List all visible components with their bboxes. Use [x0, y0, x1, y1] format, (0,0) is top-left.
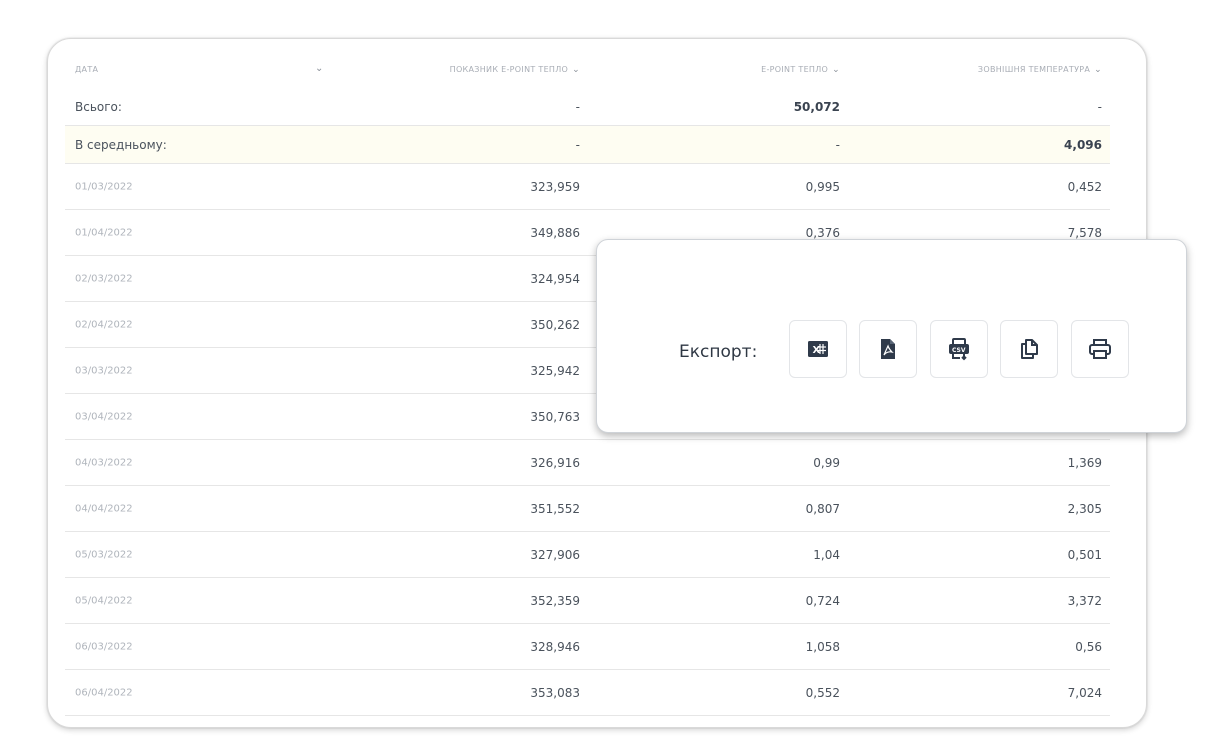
row-v3: 2,305 — [1067, 501, 1102, 516]
average-v3: 4,096 — [1064, 137, 1102, 152]
row-v2: 0,99 — [813, 455, 840, 470]
average-v2: - — [835, 137, 840, 152]
row-date: 05/04/2022 — [75, 595, 133, 606]
row-date: 01/03/2022 — [75, 181, 133, 192]
row-v1: 350,763 — [530, 409, 580, 424]
row-date: 01/04/2022 — [75, 227, 133, 238]
header-date[interactable]: ДАТА — [75, 65, 98, 74]
table-row: 05/03/2022 327,906 1,04 0,501 — [65, 532, 1110, 578]
table-row: 04/03/2022 326,916 0,99 1,369 — [65, 440, 1110, 486]
export-label: Експорт: — [679, 342, 758, 362]
row-v2: 0,724 — [805, 593, 840, 608]
export-csv-button[interactable]: CSV — [930, 320, 988, 378]
print-button[interactable] — [1071, 320, 1129, 378]
total-v2: 50,072 — [793, 99, 840, 114]
average-v1: - — [575, 137, 580, 152]
row-v3: 0,501 — [1067, 547, 1102, 562]
excel-icon: X — [808, 341, 828, 357]
table-row: 06/03/2022 328,946 1,058 0,56 — [65, 624, 1110, 670]
row-v1: 328,946 — [530, 639, 580, 654]
copy-icon — [1021, 339, 1038, 359]
header-epoint-heat[interactable]: E-POINT ТЕПЛО ⌄ — [761, 65, 840, 75]
row-date: 02/04/2022 — [75, 319, 133, 330]
row-v3: 0,452 — [1067, 179, 1102, 194]
row-v3: 3,372 — [1067, 593, 1102, 608]
table-row: 06/04/2022 353,083 0,552 7,024 — [65, 670, 1110, 716]
row-v1: 327,906 — [530, 547, 580, 562]
row-date: 03/04/2022 — [75, 411, 133, 422]
row-v1: 323,959 — [530, 179, 580, 194]
row-v1: 350,262 — [530, 317, 580, 332]
header-epoint-indicator[interactable]: ПОКАЗНИК E-POINT ТЕПЛО ⌄ — [450, 65, 580, 75]
copy-button[interactable] — [1000, 320, 1058, 378]
table-row: 05/04/2022 352,359 0,724 3,372 — [65, 578, 1110, 624]
row-v2: 0,807 — [805, 501, 840, 516]
row-v2: 0,552 — [805, 685, 840, 700]
row-v1: 324,954 — [530, 271, 580, 286]
row-date: 04/03/2022 — [75, 457, 133, 468]
row-v1: 326,916 — [530, 455, 580, 470]
table-header: ДАТА ⌄ ПОКАЗНИК E-POINT ТЕПЛО ⌄ E-POINT Т… — [65, 51, 1110, 88]
total-v1: - — [575, 99, 580, 114]
chevron-down-icon[interactable]: ⌄ — [315, 63, 323, 74]
export-popup: Експорт: X CSV — [596, 239, 1187, 433]
row-date: 03/03/2022 — [75, 365, 133, 376]
row-date: 05/03/2022 — [75, 549, 133, 560]
row-v3: 1,369 — [1067, 455, 1102, 470]
row-v3: 7,024 — [1067, 685, 1102, 700]
table-row: 04/04/2022 351,552 0,807 2,305 — [65, 486, 1110, 532]
csv-icon: CSV — [949, 338, 969, 361]
row-v1: 325,942 — [530, 363, 580, 378]
chevron-down-icon: ⌄ — [1094, 65, 1102, 75]
row-date: 02/03/2022 — [75, 273, 133, 284]
svg-text:CSV: CSV — [952, 347, 966, 354]
row-v2: 1,058 — [805, 639, 840, 654]
total-label: Всього: — [75, 99, 122, 114]
average-row: В середньому: - - 4,096 — [65, 126, 1110, 164]
average-label: В середньому: — [75, 137, 167, 152]
row-v3: 0,56 — [1075, 639, 1102, 654]
header-outdoor-temperature[interactable]: ЗОВНІШНЯ ТЕМПЕРАТУРА ⌄ — [978, 65, 1102, 75]
row-v1: 349,886 — [530, 225, 580, 240]
total-v3: - — [1097, 99, 1102, 114]
row-date: 04/04/2022 — [75, 503, 133, 514]
row-date: 06/04/2022 — [75, 687, 133, 698]
print-icon — [1089, 339, 1111, 359]
row-v1: 351,552 — [530, 501, 580, 516]
row-v2: 0,376 — [805, 225, 840, 240]
row-v3: 7,578 — [1067, 225, 1102, 240]
row-v2: 1,04 — [813, 547, 840, 562]
export-pdf-button[interactable] — [859, 320, 917, 378]
export-excel-button[interactable]: X — [789, 320, 847, 378]
table-row: 01/03/2022 323,959 0,995 0,452 — [65, 164, 1110, 210]
row-v1: 352,359 — [530, 593, 580, 608]
row-v2: 0,995 — [805, 179, 840, 194]
row-date: 06/03/2022 — [75, 641, 133, 652]
chevron-down-icon: ⌄ — [832, 65, 840, 75]
pdf-icon — [881, 339, 895, 359]
total-row: Всього: - 50,072 - — [65, 88, 1110, 126]
row-v1: 353,083 — [530, 685, 580, 700]
chevron-down-icon: ⌄ — [572, 65, 580, 75]
